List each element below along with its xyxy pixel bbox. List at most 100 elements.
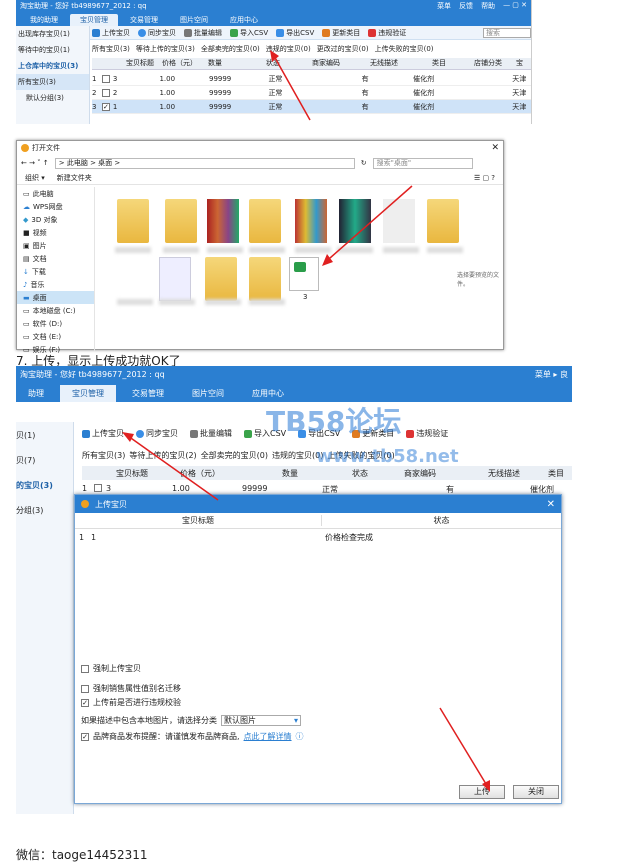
nav-item[interactable]: ▭ 软件 (D:) (17, 317, 94, 330)
option-violation-check[interactable]: ✓ 上传前是否进行违规校验 (81, 697, 181, 708)
tab-trade[interactable]: 交易管理 (120, 385, 176, 402)
nav-item[interactable]: ▭ 本地磁盘 (C:) (17, 304, 94, 317)
help-link[interactable]: 帮助 (481, 1, 495, 11)
nav-item[interactable]: ■ 视频 (17, 226, 94, 239)
nav-item[interactable]: ♪ 音乐 (17, 278, 94, 291)
sidebar-item[interactable]: 贝(1) (16, 422, 73, 447)
filter-tab[interactable]: 违规的宝贝(0) (266, 44, 311, 54)
checkbox[interactable] (81, 664, 89, 673)
sidebar-item[interactable]: 的宝贝(3) (16, 472, 73, 497)
dialog-search-input[interactable]: 搜索"桌面" (372, 157, 473, 169)
row-checkbox[interactable] (94, 484, 102, 492)
spreadsheet-file-icon[interactable] (289, 257, 319, 291)
folder-icon[interactable] (249, 199, 281, 243)
folder-icon[interactable] (117, 199, 149, 243)
col-qty[interactable]: 数量 (252, 468, 328, 479)
tab-trade[interactable]: 交易管理 (120, 14, 168, 26)
tab-images[interactable]: 图片空间 (180, 385, 236, 402)
filter-tab[interactable]: 所有宝贝(3) (92, 44, 130, 54)
upload-button[interactable]: 上传 (459, 785, 505, 799)
brand-reminder[interactable]: ✓ 品牌商品发布提醒：请谨慎发布品牌商品, 点此了解详情 ⓘ (81, 731, 304, 742)
col-code[interactable]: 商家编码 (296, 58, 346, 69)
col-extra[interactable]: 宝 (504, 58, 524, 69)
brand-detail-link[interactable]: 点此了解详情 (244, 731, 292, 742)
archive-icon[interactable] (339, 199, 371, 243)
sync-button[interactable]: 同步宝贝 (138, 28, 176, 38)
col-category[interactable]: 类目 (548, 468, 572, 479)
sync-button[interactable]: 同步宝贝 (136, 428, 178, 439)
violation-check-button[interactable]: 违规验证 (406, 428, 448, 439)
nav-item[interactable]: ▤ 文档 (17, 252, 94, 265)
filter-tab[interactable]: 所有宝贝(3) (82, 450, 125, 461)
sidebar-item[interactable]: 分组(3) (16, 497, 73, 522)
nav-item[interactable]: ▭ 此电脑 (17, 187, 94, 200)
col-shop-cat[interactable]: 店铺分类 (446, 58, 504, 69)
update-category-button[interactable]: 更新类目 (322, 28, 360, 38)
search-input[interactable]: 搜索 (483, 27, 531, 38)
checkbox[interactable]: ✓ (81, 732, 89, 741)
folder-icon[interactable] (249, 257, 281, 301)
option-force-upload[interactable]: 强制上传宝贝 (81, 663, 141, 674)
archive-icon[interactable] (295, 199, 327, 243)
col-category[interactable]: 类目 (404, 58, 446, 69)
tab-images[interactable]: 图片空间 (170, 14, 218, 26)
menu-link[interactable]: 菜单 (437, 1, 451, 11)
sidebar-item[interactable]: 等待中的宝贝(1) (16, 42, 89, 58)
row-checkbox[interactable] (101, 88, 110, 97)
nav-item[interactable]: ▣ 图片 (17, 239, 94, 252)
file-icon[interactable] (383, 199, 415, 243)
row-checkbox[interactable] (101, 74, 110, 83)
nav-item[interactable]: ☁ WPS网盘 (17, 200, 94, 213)
table-row[interactable]: 3 ✓ 1 1.00 99999 正常 有 催化剂 天津 (92, 100, 531, 114)
upload-button[interactable]: 上传宝贝 (82, 428, 124, 439)
organize-button[interactable]: 组织 ▾ (25, 173, 45, 183)
table-row[interactable]: 2 2 1.00 99999 正常 有 催化剂 天津 (92, 86, 531, 100)
nav-item[interactable]: ▭ 文档 (E:) (17, 330, 94, 343)
close-icon[interactable]: ✕ (547, 499, 555, 510)
nav-item[interactable]: ◆ 3D 对象 (17, 213, 94, 226)
sidebar-item[interactable]: 默认分组(3) (16, 90, 89, 106)
view-icons[interactable]: ☰ ▢ ? (474, 174, 495, 182)
checkbox[interactable]: ✓ (81, 698, 89, 707)
nav-item[interactable]: ▬ 桌面 (17, 291, 94, 304)
col-wireless[interactable]: 无线描述 (468, 468, 548, 479)
tab-apps[interactable]: 应用中心 (220, 14, 268, 26)
new-folder-button[interactable]: 新建文件夹 (57, 173, 92, 183)
archive-icon[interactable] (207, 199, 239, 243)
col-title[interactable]: 宝贝标题 (126, 58, 156, 69)
sidebar-item[interactable]: 出现库存宝贝(1) (16, 26, 89, 42)
sidebar-item[interactable]: 所有宝贝(3) (16, 74, 89, 90)
close-icon[interactable]: ✕ (491, 143, 499, 153)
import-csv-button[interactable]: 导入CSV (230, 28, 268, 38)
col-price[interactable]: 价格（元） (156, 58, 196, 69)
batch-edit-button[interactable]: 批量编辑 (184, 28, 222, 38)
window-controls[interactable]: — ▢ ✕ (503, 1, 527, 11)
folder-icon[interactable] (427, 199, 459, 243)
modal-table-row[interactable]: 1 1 价格检查完成 (75, 529, 561, 545)
option-alias-migrate[interactable]: 强制销售属性值别名迁移 (81, 683, 181, 694)
tab-item-management[interactable]: 宝贝管理 (60, 385, 116, 402)
folder-icon[interactable] (165, 199, 197, 243)
folder-icon[interactable] (205, 257, 237, 301)
file-icon[interactable] (159, 257, 191, 301)
col-price[interactable]: 价格（元） (172, 468, 252, 479)
filter-tab[interactable]: 全部卖完的宝贝(0) (201, 450, 268, 461)
nav-arrows-icon[interactable]: ← → ˅ ↑ (21, 159, 49, 167)
refresh-icon[interactable]: ↻ (361, 159, 367, 167)
menu-link[interactable]: 菜单 ▸ 良 (535, 369, 568, 380)
violation-check-button[interactable]: 违规验证 (368, 28, 406, 38)
tab-my-assistant[interactable]: 我的助理 (20, 14, 68, 26)
tab-item-management[interactable]: 宝贝管理 (70, 14, 118, 26)
filter-tab[interactable]: 等待上传的宝贝(2) (129, 450, 196, 461)
filter-tab[interactable]: 全部卖完的宝贝(0) (201, 44, 260, 54)
filter-tab[interactable]: 等待上传的宝贝(3) (136, 44, 195, 54)
checkbox[interactable] (81, 684, 89, 693)
nav-item[interactable]: ↓ 下载 (17, 265, 94, 278)
row-checkbox[interactable]: ✓ (101, 102, 110, 111)
sidebar-item[interactable]: 上仓库中的宝贝(3) (16, 58, 89, 74)
export-csv-button[interactable]: 导出CSV (276, 28, 314, 38)
col-status[interactable]: 状态 (240, 58, 296, 69)
path-input[interactable]: > 此电脑 > 桌面 > (54, 157, 355, 169)
tab-assistant[interactable]: 助理 (16, 385, 56, 402)
sidebar-item[interactable]: 贝(7) (16, 447, 73, 472)
